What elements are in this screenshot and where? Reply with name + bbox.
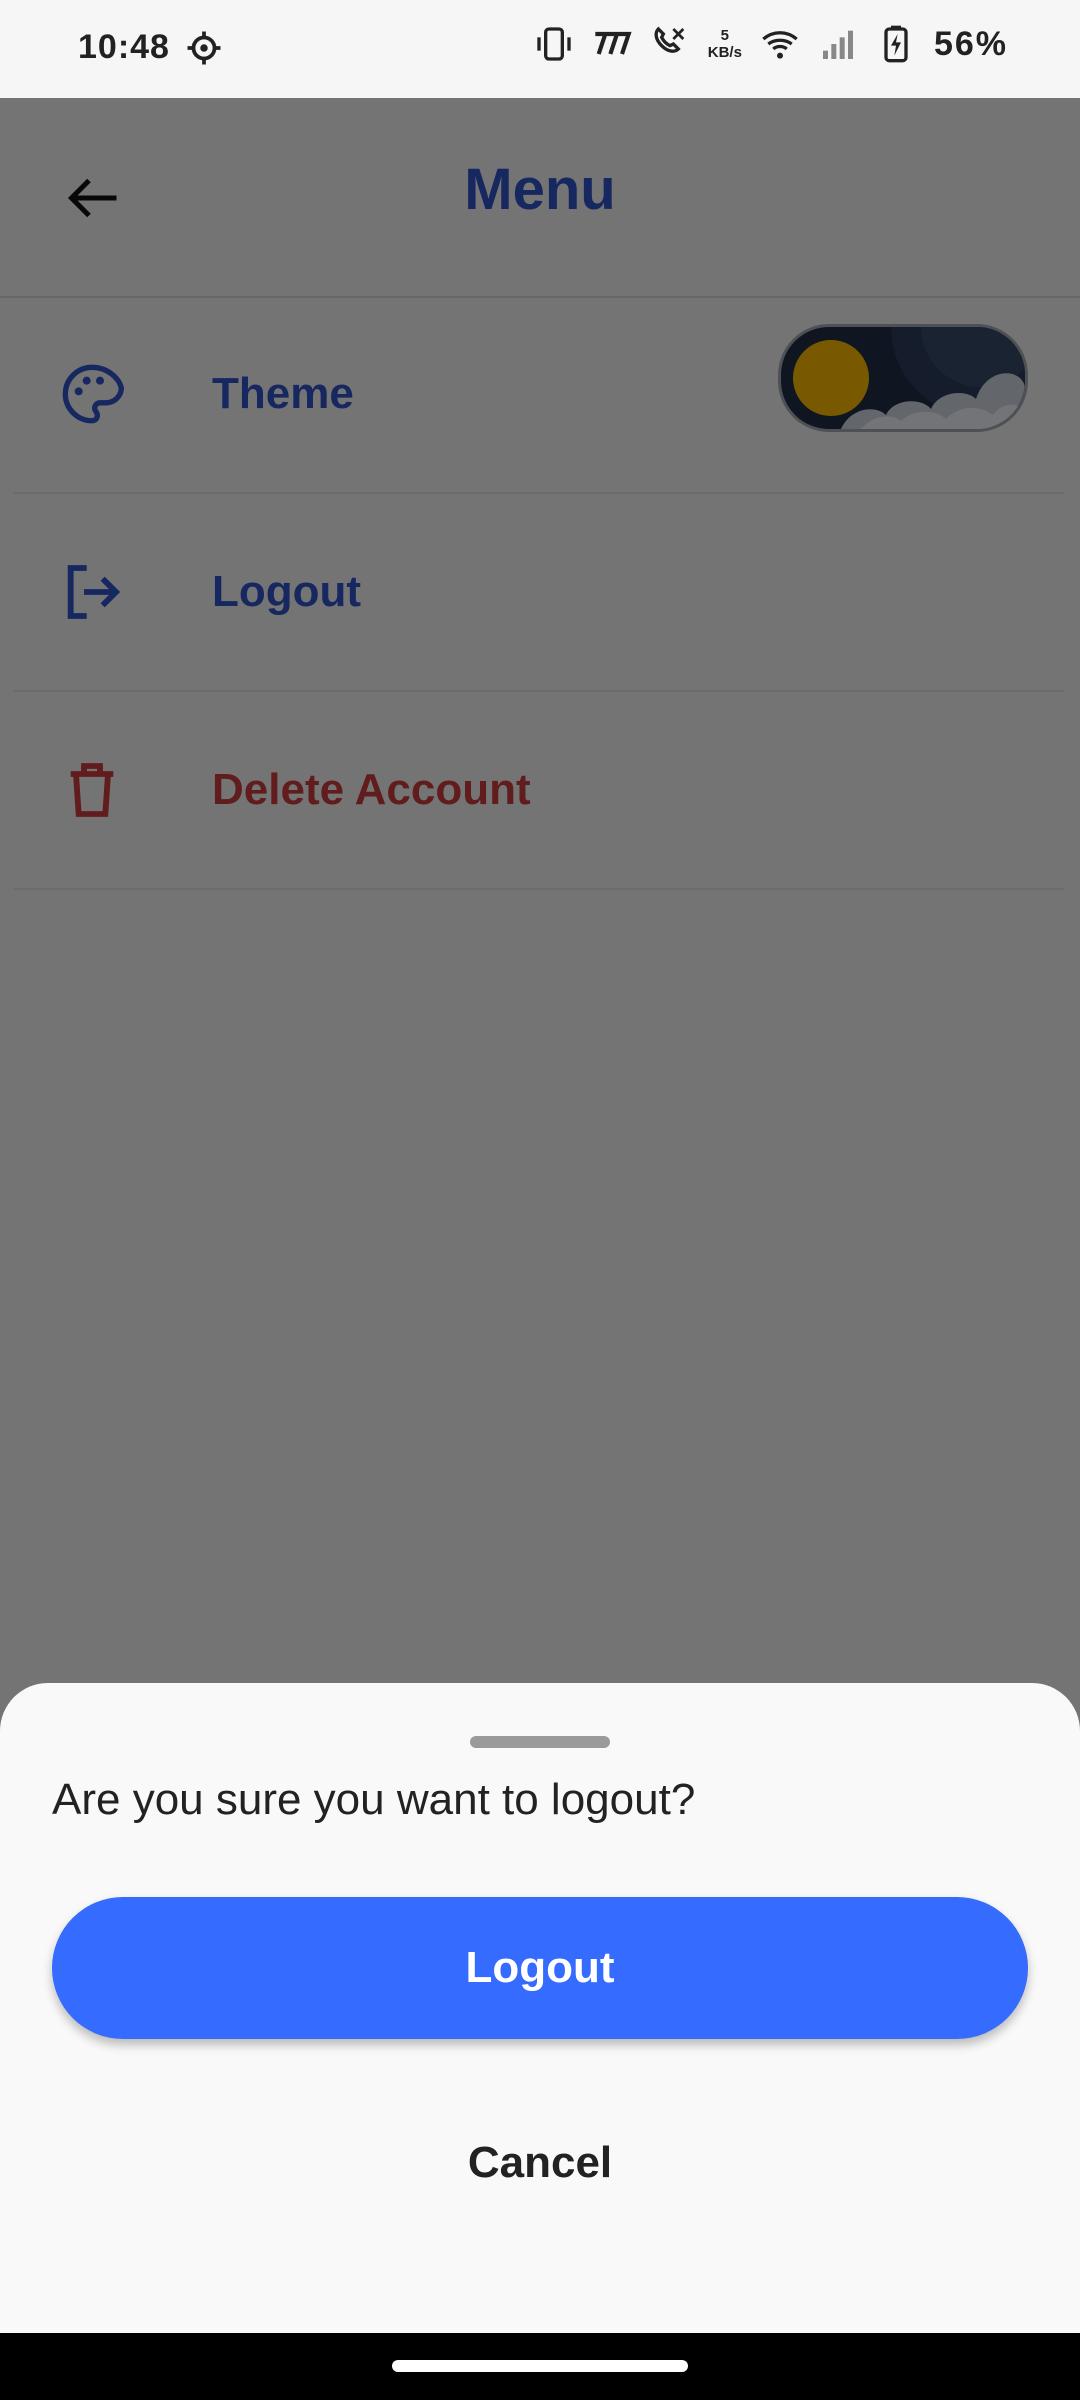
- logout-confirm-sheet: Are you sure you want to logout? Logout …: [0, 1683, 1080, 2333]
- vibrate-icon: [537, 27, 571, 61]
- wifi-icon: [762, 31, 798, 59]
- battery-percent: 56%: [933, 24, 1008, 63]
- confirm-question: Are you sure you want to logout?: [52, 1775, 696, 1824]
- network-speed-unit: KB/s: [707, 44, 742, 61]
- signal-icon: [822, 30, 853, 59]
- cancel-button[interactable]: Cancel: [340, 2123, 740, 2203]
- network-speed-value: 5: [720, 27, 730, 44]
- network-speed: 5 KB/s: [708, 27, 742, 61]
- battery-charging-icon: [884, 25, 908, 63]
- sheet-drag-handle[interactable]: [470, 1736, 610, 1748]
- system-nav-bar: [0, 2333, 1080, 2400]
- status-bar: 10:48 5 KB/s 56%: [0, 0, 1080, 98]
- confirm-logout-button[interactable]: Logout: [52, 1897, 1028, 2039]
- home-gesture-handle[interactable]: [392, 2360, 688, 2372]
- status-time: 10:48: [78, 28, 170, 66]
- call-icon: [654, 26, 685, 53]
- carrier-icon: [595, 31, 632, 55]
- settings-icon: [187, 31, 221, 65]
